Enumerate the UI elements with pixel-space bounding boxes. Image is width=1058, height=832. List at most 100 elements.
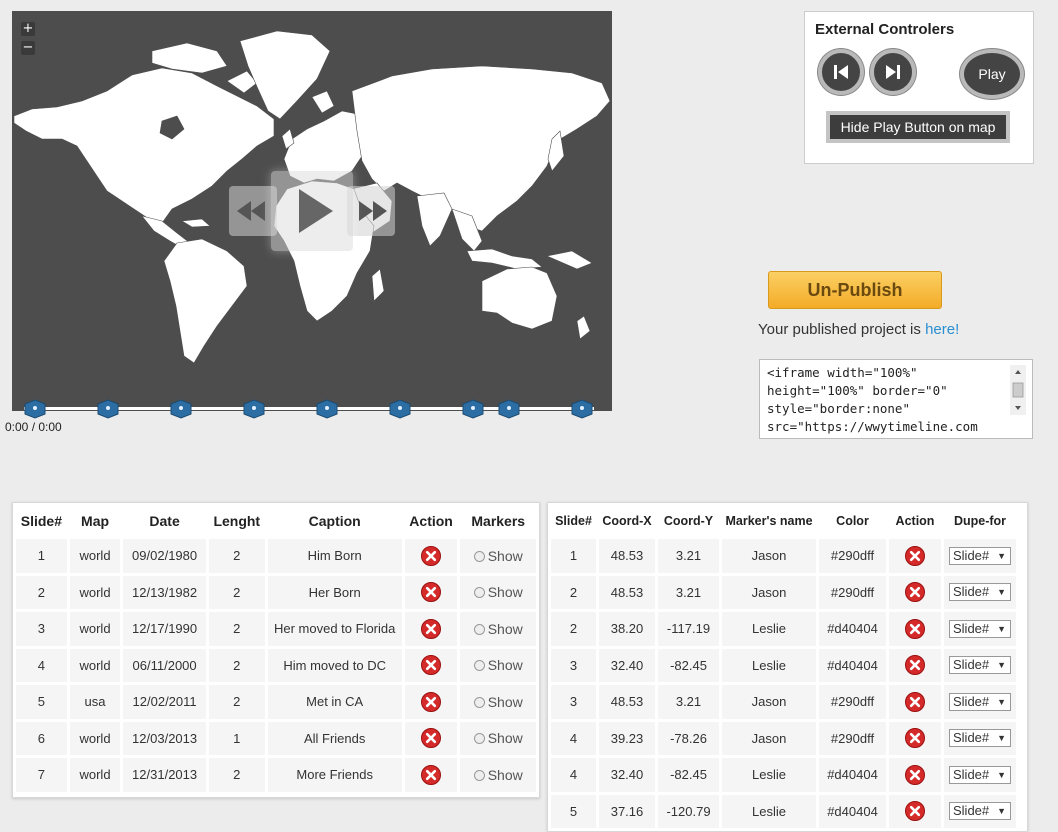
markers-cell[interactable]: Show: [460, 758, 536, 792]
timeline-marker[interactable]: [24, 399, 46, 419]
marker-name: Jason: [722, 721, 816, 755]
delete-icon[interactable]: [421, 655, 442, 676]
show-markers-radio[interactable]: [473, 550, 485, 562]
delete-icon[interactable]: [421, 691, 442, 712]
dupe-for-cell: Slide# ▼: [944, 575, 1016, 609]
timeline-marker[interactable]: [389, 399, 411, 419]
timeline-marker[interactable]: [243, 399, 265, 419]
skip-forward-icon: [886, 65, 900, 79]
map-name: world: [69, 648, 121, 682]
dupe-for-select[interactable]: Slide# ▼: [949, 692, 1011, 711]
markers-cell[interactable]: Show: [460, 721, 536, 755]
delete-icon[interactable]: [421, 618, 442, 639]
map-play-button[interactable]: [271, 171, 353, 251]
slide-number: 5: [551, 794, 596, 828]
delete-icon[interactable]: [421, 582, 442, 603]
show-label: Show: [487, 547, 523, 564]
delete-icon[interactable]: [421, 728, 442, 749]
slide-caption: Her Born: [267, 575, 402, 609]
rewind-button[interactable]: [229, 186, 277, 236]
delete-icon[interactable]: [905, 582, 925, 603]
dupe-for-select[interactable]: Slide# ▼: [949, 765, 1011, 784]
marker-color: #d40404: [819, 794, 886, 828]
coord-y: -120.79: [658, 794, 719, 828]
play-icon: [299, 189, 333, 233]
marker-color: #290dff: [819, 685, 886, 719]
dupe-for-select[interactable]: Slide# ▼: [949, 583, 1011, 602]
timeline-marker[interactable]: [316, 399, 338, 419]
show-markers-radio[interactable]: [473, 733, 485, 745]
delete-icon[interactable]: [905, 801, 925, 822]
show-markers-radio[interactable]: [473, 696, 485, 708]
marker-pin-icon: [389, 399, 411, 419]
previous-button[interactable]: [818, 49, 864, 95]
coord-y: 3.21: [658, 575, 719, 609]
delete-icon[interactable]: [905, 655, 925, 676]
markers-cell[interactable]: Show: [460, 685, 536, 719]
hide-play-button[interactable]: Hide Play Button on map: [826, 111, 1010, 143]
table-row: 3 48.53 3.21 Jason #290dff Slide# ▼: [551, 685, 1016, 719]
timeline-marker[interactable]: [97, 399, 119, 419]
timeline-marker[interactable]: [498, 399, 520, 419]
dupe-for-select[interactable]: Slide# ▼: [949, 729, 1011, 748]
play-button[interactable]: Play: [960, 49, 1024, 99]
chevron-down-icon: ▼: [997, 660, 1006, 671]
delete-icon[interactable]: [421, 545, 442, 566]
slides-table-panel: Slide# Map Date Lenght Caption Action Ma…: [12, 502, 540, 798]
delete-icon[interactable]: [905, 728, 925, 749]
delete-icon[interactable]: [905, 618, 925, 639]
dupe-for-select[interactable]: Slide# ▼: [949, 656, 1011, 675]
world-map[interactable]: + −: [12, 11, 612, 411]
markers-cell[interactable]: Show: [460, 612, 536, 646]
timeline-marker[interactable]: [462, 399, 484, 419]
slide-number: 3: [551, 685, 596, 719]
dupe-for-value: Slide#: [953, 657, 990, 673]
slide-caption: Her moved to Florida: [267, 612, 402, 646]
next-button[interactable]: [870, 49, 916, 95]
coord-x: 32.40: [599, 758, 655, 792]
coord-x: 48.53: [599, 539, 655, 573]
table-row: 1 world 09/02/1980 2 Him Born Show: [16, 539, 536, 573]
slide-length: 2: [208, 539, 265, 573]
slide-date: 06/11/2000: [123, 648, 206, 682]
markers-cell[interactable]: Show: [460, 648, 536, 682]
fast-forward-button[interactable]: [347, 186, 395, 236]
zoom-out-button[interactable]: −: [21, 41, 35, 55]
time-readout: 0:00 / 0:00: [5, 420, 62, 434]
show-markers-radio[interactable]: [473, 660, 485, 672]
delete-icon[interactable]: [421, 764, 442, 785]
unpublish-button[interactable]: Un-Publish: [768, 271, 942, 309]
show-markers-radio[interactable]: [473, 623, 485, 635]
coord-x: 37.16: [599, 794, 655, 828]
show-markers-radio[interactable]: [473, 587, 485, 599]
action-cell: [404, 685, 458, 719]
coord-y: 3.21: [658, 539, 719, 573]
action-cell: [889, 685, 941, 719]
embed-scrollbar[interactable]: [1010, 365, 1026, 415]
delete-icon[interactable]: [905, 545, 925, 566]
external-controllers-title: External Controlers: [815, 21, 955, 38]
markers-cell[interactable]: Show: [460, 539, 536, 573]
show-label: Show: [487, 730, 523, 747]
action-cell: [889, 612, 941, 646]
dupe-for-select[interactable]: Slide# ▼: [949, 802, 1011, 821]
timeline-marker[interactable]: [170, 399, 192, 419]
published-link[interactable]: here!: [925, 321, 959, 338]
zoom-in-button[interactable]: +: [21, 22, 35, 36]
delete-icon[interactable]: [905, 691, 925, 712]
coord-y: -117.19: [658, 612, 719, 646]
slide-number: 4: [551, 758, 596, 792]
action-cell: [404, 539, 458, 573]
markers-cell[interactable]: Show: [460, 575, 536, 609]
show-markers-radio[interactable]: [473, 769, 485, 781]
dupe-for-select[interactable]: Slide# ▼: [949, 619, 1011, 638]
action-cell: [404, 721, 458, 755]
table-row: 4 39.23 -78.26 Jason #290dff Slide# ▼: [551, 721, 1016, 755]
map-name: world: [69, 575, 121, 609]
dupe-for-select[interactable]: Slide# ▼: [949, 546, 1011, 565]
delete-icon[interactable]: [905, 764, 925, 785]
marker-name: Leslie: [722, 612, 816, 646]
timeline-marker[interactable]: [571, 399, 593, 419]
action-cell: [889, 575, 941, 609]
embed-code-textarea[interactable]: <iframe width="100%" height="100%" borde…: [759, 359, 1033, 439]
